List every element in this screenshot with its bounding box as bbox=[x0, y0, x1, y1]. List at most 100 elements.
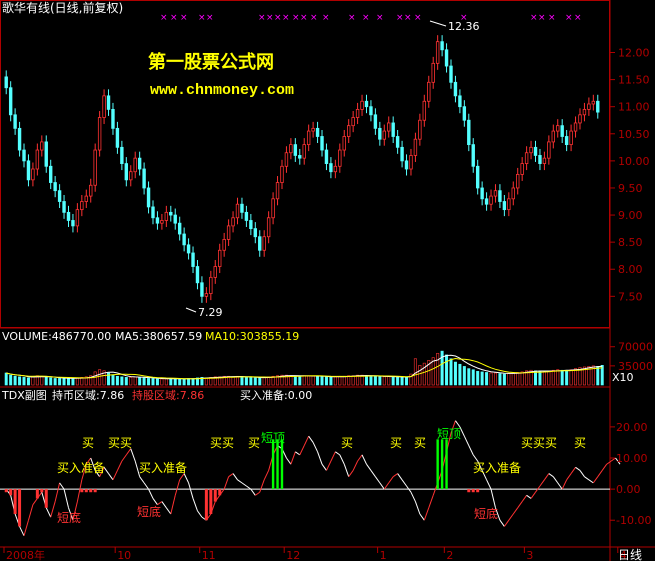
volume-bar bbox=[307, 375, 311, 386]
price-tick-label: 10.50 bbox=[618, 128, 650, 141]
volume-bar bbox=[485, 372, 489, 386]
candle-body bbox=[57, 190, 62, 202]
volume-bar bbox=[480, 371, 484, 386]
indicator-line-segment bbox=[263, 470, 270, 480]
signal-marker: × bbox=[376, 13, 384, 23]
signal-marker: × bbox=[396, 13, 404, 23]
indicator-line-segment bbox=[499, 519, 505, 527]
candle-body bbox=[338, 149, 342, 167]
volume-bar bbox=[40, 375, 44, 386]
indicator-line-segment bbox=[197, 510, 203, 518]
candle-body bbox=[573, 122, 578, 132]
candle-body bbox=[302, 144, 306, 159]
volume-bar bbox=[182, 378, 186, 386]
volume-bar bbox=[560, 369, 564, 386]
candle-body bbox=[137, 157, 142, 170]
short-top-bar bbox=[271, 439, 275, 490]
volume-bar bbox=[93, 371, 97, 386]
candle-body bbox=[489, 195, 493, 205]
indicator-line-segment bbox=[54, 482, 61, 502]
candle-body bbox=[480, 187, 484, 200]
volume-bar bbox=[542, 371, 546, 386]
candle-body bbox=[173, 214, 177, 224]
low-price-label: 7.29 bbox=[198, 306, 223, 319]
candle-body bbox=[409, 155, 413, 170]
volume-bar bbox=[26, 377, 30, 386]
volume-bar bbox=[253, 377, 257, 386]
signal-marker: × bbox=[310, 13, 318, 23]
signal-short-bottom: 短底 bbox=[474, 506, 498, 521]
indicator-line-segment bbox=[232, 473, 238, 481]
candle-body bbox=[329, 163, 333, 173]
volume-bar bbox=[66, 378, 70, 386]
volume-bar bbox=[387, 375, 391, 386]
indicator-line-segment bbox=[299, 445, 305, 456]
candle-body bbox=[213, 266, 217, 278]
short-bottom-bar bbox=[213, 489, 217, 502]
volume-bar bbox=[507, 373, 511, 386]
price-tick-label: 12.00 bbox=[618, 47, 650, 60]
volume-bar bbox=[115, 375, 119, 386]
indicator-tick-label: 10.00 bbox=[616, 452, 648, 465]
volume-bar bbox=[49, 377, 53, 386]
volume-bar bbox=[489, 372, 493, 386]
period-label: 日线 bbox=[618, 548, 642, 561]
volume-bar bbox=[413, 358, 417, 386]
short-bottom-bar bbox=[4, 489, 8, 493]
candle-body bbox=[422, 100, 427, 121]
candle-body bbox=[244, 211, 249, 221]
volume-bar bbox=[178, 378, 182, 386]
candle-body bbox=[142, 168, 146, 189]
candle-body bbox=[8, 87, 13, 116]
volume-bar bbox=[364, 375, 368, 386]
candle-body bbox=[435, 41, 440, 64]
indicator-line-segment bbox=[423, 507, 430, 521]
signal-buy-prepare: 买入准备 bbox=[139, 461, 187, 475]
indicator-line-segment bbox=[174, 479, 181, 496]
short-bottom-bar bbox=[467, 489, 471, 493]
candle-body bbox=[533, 146, 538, 156]
date-tick-label: 2 bbox=[446, 549, 453, 561]
candle-body bbox=[324, 149, 329, 164]
volume-ma5-label: MA5:380657.59 bbox=[115, 330, 202, 343]
signal-buy: 买买 bbox=[108, 436, 132, 450]
candle-body bbox=[538, 155, 542, 164]
candle-body bbox=[582, 109, 587, 116]
price-tick-label: 8.00 bbox=[618, 263, 643, 276]
chart-title: 歌华有线(日线,前复权) bbox=[2, 0, 123, 15]
indicator-line-segment bbox=[548, 473, 554, 478]
short-top-bar bbox=[280, 439, 284, 490]
candle-body bbox=[262, 236, 266, 251]
volume-unit-label: X10 bbox=[612, 371, 634, 384]
candle-body bbox=[529, 146, 533, 154]
price-tick-label: 10.00 bbox=[618, 155, 650, 168]
volume-bar bbox=[471, 369, 475, 386]
volume-bar bbox=[124, 377, 128, 386]
indicator-line-segment bbox=[161, 501, 167, 509]
signal-buy: 买 bbox=[82, 436, 94, 450]
candle-body bbox=[80, 201, 84, 211]
volume-bar bbox=[467, 368, 471, 386]
volume-bar bbox=[236, 375, 240, 386]
candle-body bbox=[195, 266, 200, 284]
candle-body bbox=[253, 228, 257, 238]
volume-bar bbox=[534, 370, 538, 386]
candle-body bbox=[17, 127, 22, 151]
indicator-line-segment bbox=[170, 495, 176, 515]
indicator-axis: 20.00 10.00 0.00 -10.00 bbox=[610, 421, 651, 527]
volume-bar bbox=[547, 370, 551, 386]
candle-body bbox=[231, 217, 235, 227]
volume-bar bbox=[302, 375, 306, 386]
candle-body bbox=[218, 249, 222, 267]
signal-marker: × bbox=[180, 13, 188, 23]
indicator-line-segment bbox=[557, 482, 563, 490]
indicator-line-segment bbox=[414, 501, 421, 515]
indicator-line-segment bbox=[139, 476, 145, 484]
volume-bar bbox=[4, 372, 8, 386]
indicator-line-segment bbox=[566, 473, 572, 481]
signal-buy-prepare: 买入准备 bbox=[473, 461, 521, 475]
candle-body bbox=[458, 95, 462, 108]
candle-body bbox=[391, 122, 395, 137]
volume-bar bbox=[13, 375, 17, 386]
volume-bar bbox=[258, 377, 262, 386]
